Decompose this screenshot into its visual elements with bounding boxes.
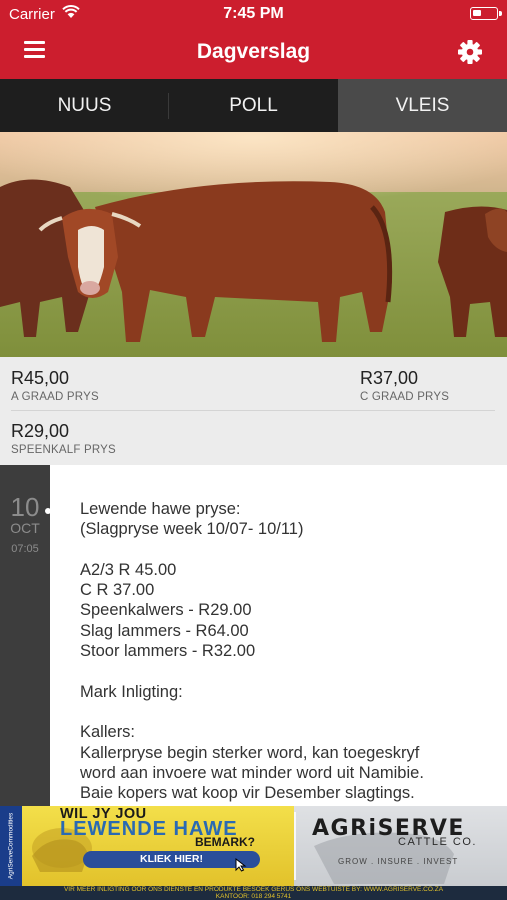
divider [11,410,495,411]
post-line: Mark Inligting: [80,682,183,701]
page-title: Dagverslag [196,40,311,63]
app-header: Carrier 7:45 PM Dagverslag [0,0,507,79]
cursor-icon [235,858,247,872]
price-c-grade: R37,00 C GRAAD PRYS [360,368,449,403]
post-line: word aan invoere wat minder word uit Nam… [80,763,424,782]
post-line [80,702,500,722]
post-line: Stoor lammers - R32.00 [80,642,256,661]
tab-vleis[interactable]: VLEIS [338,79,507,132]
tab-bar: NUUS POLL VLEIS [0,79,507,132]
ad-brand-sub: CATTLE CO. [398,836,477,848]
tab-nuus[interactable]: NUUS [0,79,169,132]
ad-headline-2: BEMARK? [195,835,255,849]
price-label: A GRAAD PRYS [11,391,99,403]
price-value: R29,00 [11,421,70,441]
tab-poll[interactable]: POLL [169,79,338,132]
ad-divider [294,812,296,880]
post-line [80,540,500,560]
post-line: Slag lammers - R64.00 [80,621,249,640]
status-bar: Carrier 7:45 PM [0,0,507,28]
post-line [80,661,500,681]
hero-image [0,132,507,357]
post-day: 10 [10,492,40,522]
price-label: C GRAAD PRYS [360,391,450,403]
post-line: C R 37.00 [80,581,155,600]
post-line: A2/3 R 45.00 [80,560,177,579]
ad-click-button[interactable]: KLIEK HIER! [83,851,260,868]
price-weaner-calf: R29,00 SPEENKALF PRYS [11,421,116,456]
post-line: Lewende hawe pryse: [80,500,241,518]
post-month: OCT [10,520,40,536]
ad-side-strip: AgriServeCommodities [0,806,22,886]
timeline-dot [45,508,51,514]
gear-icon[interactable] [457,39,483,65]
post-line: Speenkalwers - R29.00 [80,601,252,620]
clock: 7:45 PM [223,5,284,22]
ad-brand-tagline: GROW . INSURE . INVEST [338,857,459,866]
battery-icon [470,7,502,20]
ad-banner[interactable]: AgriServeCommodities WIL JY JOU LEWENDE … [0,806,507,900]
ad-footer: VIR MEER INLIGTING OOR ONS DIENSTE EN PR… [0,886,507,900]
post-line: (Slagpryse week 10/07- 10/11) [80,520,304,539]
price-value: R37,00 [360,368,419,388]
post-time: 07:05 [11,543,39,555]
post-line: Kallerpryse begin sterker word, kan toeg… [80,743,420,762]
post-line: Kallers: [80,723,136,742]
price-a-grade: R45,00 A GRAAD PRYS [11,368,99,403]
post-body: Lewende hawe pryse: (Slagpryse week 10/0… [80,499,500,805]
post-line: Baie kopers wat koop vir Desember slagti… [80,784,415,803]
price-label: SPEENKALF PRYS [11,444,116,456]
price-summary: R45,00 A GRAAD PRYS R37,00 C GRAAD PRYS … [0,357,507,465]
price-value: R45,00 [11,368,70,388]
